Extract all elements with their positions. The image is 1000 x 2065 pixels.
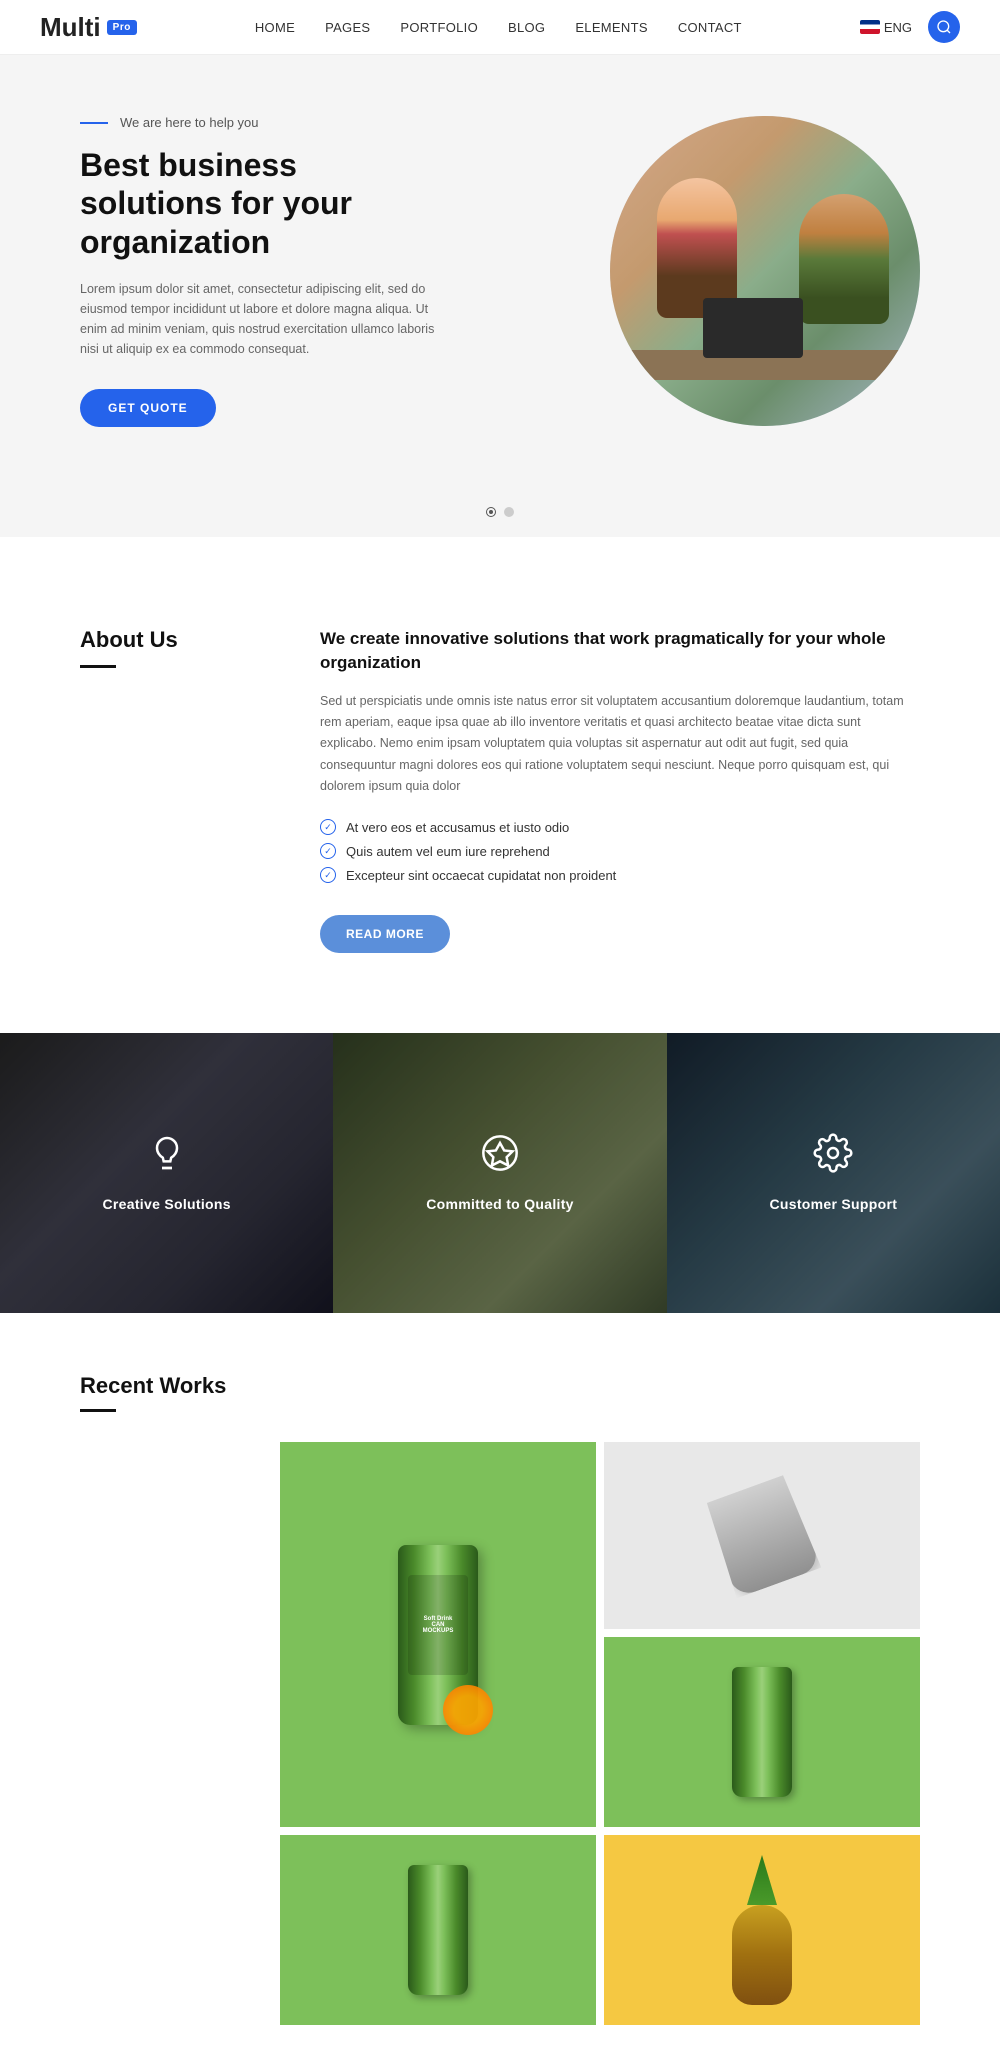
can-shape-1: Soft DrinkCANMOCKUPS [398,1545,478,1725]
logo-text: Multi [40,12,101,43]
header-right: ENG [860,11,960,43]
portfolio-item-can1[interactable]: Soft DrinkCANMOCKUPS [280,1442,596,1827]
can-shape-3 [408,1865,468,1995]
main-nav: HOME PAGES PORTFOLIO BLOG ELEMENTS CONTA… [255,20,742,35]
hero-section: We are here to help you Best business so… [0,55,1000,487]
carousel-dot-2[interactable] [504,507,514,517]
portfolio-item-cup[interactable] [604,1442,920,1629]
nav-blog[interactable]: BLOG [508,20,545,35]
nav-elements[interactable]: ELEMENTS [575,20,647,35]
about-body: Sed ut perspiciatis unde omnis iste natu… [320,691,920,797]
bulb-icon [103,1133,231,1182]
recent-works-underline [80,1409,116,1412]
read-more-button[interactable]: READ MORE [320,915,450,953]
laptop-element [703,298,803,358]
panel-quality: Committed to Quality [333,1033,666,1313]
hero-body: Lorem ipsum dolor sit amet, consectetur … [80,279,440,359]
nav-contact[interactable]: CONTACT [678,20,742,35]
panel-content-3: Customer Support [769,1133,897,1214]
pineapple-body [732,1905,792,2005]
panel-support: Customer Support [667,1033,1000,1313]
hero-title: Best business solutions for your organiz… [80,146,420,261]
panel-content-1: Creative Solutions [103,1133,231,1214]
hero-circle-photo [610,116,920,426]
pineapple-leaves [747,1855,777,1905]
flag-icon [860,20,880,34]
about-left: About Us [80,627,260,953]
recent-works-title: Recent Works [80,1373,920,1399]
cup-shape [703,1473,822,1598]
recent-works-header: Recent Works [80,1373,920,1412]
portfolio-item-pineapple[interactable] [604,1835,920,2025]
person2-silhouette [799,194,889,324]
orange-slice [443,1685,493,1735]
star-icon [426,1133,574,1182]
portfolio-grid: Soft DrinkCANMOCKUPS [280,1442,920,1827]
language-selector[interactable]: ENG [860,20,912,35]
nav-pages[interactable]: PAGES [325,20,370,35]
portfolio-item-can2[interactable] [604,1637,920,1827]
check-label-1: At vero eos et accusamus et iusto odio [346,820,569,835]
recent-works-section: Recent Works Soft DrinkCANMOCKUPS [0,1313,1000,2065]
pineapple-shape [732,1855,792,2005]
about-title-underline [80,665,116,668]
nav-portfolio[interactable]: PORTFOLIO [400,20,478,35]
hero-tagline: We are here to help you [80,115,580,130]
about-section: About Us We create innovative solutions … [0,577,1000,1003]
section-divider-1 [0,537,1000,577]
can-label-text: Soft DrinkCANMOCKUPS [423,1616,454,1634]
three-panels: Creative Solutions Committed to Quality [0,1033,1000,1313]
get-quote-button[interactable]: GET QUOTE [80,389,216,427]
check-item-3: Excepteur sint occaecat cupidatat non pr… [320,863,920,887]
about-right: We create innovative solutions that work… [320,627,920,953]
about-headline: We create innovative solutions that work… [320,627,920,675]
panel-content-2: Committed to Quality [426,1133,574,1214]
check-list: At vero eos et accusamus et iusto odio Q… [320,815,920,887]
photo-sim-bg [610,116,920,426]
panel-label-1: Creative Solutions [103,1196,231,1212]
hero-image [580,116,920,426]
portfolio-item-can3[interactable] [280,1835,596,2025]
search-icon [936,19,952,35]
can-label-1: Soft DrinkCANMOCKUPS [408,1575,468,1675]
check-label-3: Excepteur sint occaecat cupidatat non pr… [346,868,616,883]
pro-badge: Pro [107,20,137,35]
check-item-1: At vero eos et accusamus et iusto odio [320,815,920,839]
check-item-2: Quis autem vel eum iure reprehend [320,839,920,863]
nav-home[interactable]: HOME [255,20,295,35]
can-shape-2 [732,1667,792,1797]
about-title: About Us [80,627,260,653]
check-icon-1 [320,819,336,835]
check-label-2: Quis autem vel eum iure reprehend [346,844,550,859]
hero-content: We are here to help you Best business so… [80,115,580,427]
header: Multi Pro HOME PAGES PORTFOLIO BLOG ELEM… [0,0,1000,55]
logo: Multi Pro [40,12,137,43]
gear-icon [769,1133,897,1182]
panel-label-3: Customer Support [769,1196,897,1212]
panel-creative: Creative Solutions [0,1033,333,1313]
carousel-dots [0,487,1000,537]
search-button[interactable] [928,11,960,43]
panel-label-2: Committed to Quality [426,1196,574,1212]
check-icon-2 [320,843,336,859]
lang-label: ENG [884,20,912,35]
carousel-dot-1[interactable] [486,507,496,517]
check-icon-3 [320,867,336,883]
